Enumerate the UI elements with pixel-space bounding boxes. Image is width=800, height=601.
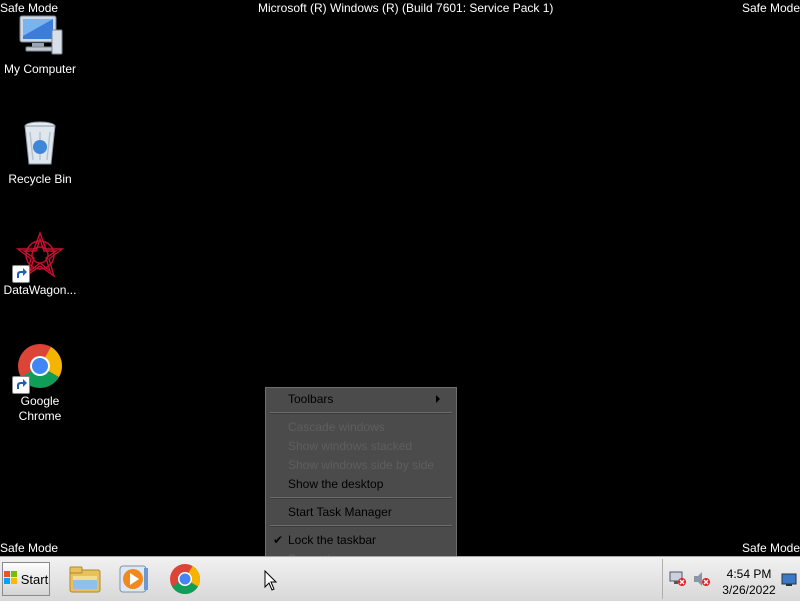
file-explorer-icon[interactable] bbox=[68, 562, 102, 596]
desktop-icon-my-computer[interactable]: My Computer bbox=[0, 10, 80, 77]
submenu-arrow-icon bbox=[436, 395, 440, 403]
menu-item-toolbars[interactable]: Toolbars bbox=[288, 390, 448, 409]
chrome-icon bbox=[12, 342, 64, 394]
menu-item-show-windows-stacked[interactable]: Show windows stacked bbox=[288, 437, 412, 456]
clock-date: 3/26/2022 bbox=[722, 583, 776, 597]
recycle-bin-icon bbox=[16, 120, 64, 168]
build-info-label: Microsoft (R) Windows (R) (Build 7601: S… bbox=[258, 1, 554, 15]
system-tray: 4:54 PM 3/26/2022 bbox=[662, 559, 800, 599]
clock-time: 4:54 PM bbox=[726, 567, 772, 581]
desktop-icon-google-chrome[interactable]: Google Chrome bbox=[0, 342, 80, 424]
shortcut-arrow-icon bbox=[12, 376, 30, 394]
start-button[interactable]: Start bbox=[2, 562, 50, 596]
menu-item-lock-taskbar[interactable]: Lock the taskbar bbox=[288, 531, 376, 550]
menu-separator bbox=[270, 525, 452, 527]
windows-logo-icon bbox=[3, 570, 18, 588]
desktop-icon-recycle-bin[interactable]: Recycle Bin bbox=[0, 120, 80, 187]
clock[interactable]: 4:54 PM 3/26/2022 bbox=[721, 566, 777, 598]
shortcut-arrow-icon bbox=[12, 265, 30, 283]
network-icon[interactable] bbox=[669, 571, 687, 590]
desktop-icon-label: DataWagon... bbox=[3, 283, 77, 297]
computer-icon bbox=[16, 10, 64, 58]
safe-mode-label-top-right: Safe Mode bbox=[741, 1, 800, 15]
start-label: Start bbox=[20, 571, 49, 587]
volume-icon[interactable] bbox=[693, 571, 711, 590]
desktop-icon-label: Google Chrome bbox=[18, 394, 62, 423]
menu-item-show-windows-side-by-side[interactable]: Show windows side by side bbox=[288, 456, 434, 475]
safe-mode-label-bottom-left: Safe Mode bbox=[0, 541, 59, 555]
desktop-icon-label: My Computer bbox=[3, 62, 77, 76]
menu-item-label: Toolbars bbox=[288, 392, 334, 406]
menu-item-cascade-windows[interactable]: Cascade windows bbox=[288, 418, 385, 437]
checkmark-icon: ✔ bbox=[273, 533, 284, 547]
menu-separator bbox=[270, 497, 452, 499]
taskbar-context-menu: Toolbars Cascade windows Show windows st… bbox=[265, 387, 457, 571]
desktop-icon-label: Recycle Bin bbox=[8, 172, 72, 186]
desktop-icon-datawagon[interactable]: DataWagon... bbox=[0, 231, 80, 298]
chrome-icon[interactable] bbox=[168, 562, 202, 596]
show-desktop-icon[interactable] bbox=[781, 573, 797, 590]
taskbar[interactable]: Start 4:54 PM 3/26/2022 bbox=[0, 556, 800, 601]
menu-item-start-task-manager[interactable]: Start Task Manager bbox=[288, 503, 392, 522]
datawagon-icon bbox=[12, 231, 65, 283]
media-player-icon[interactable] bbox=[117, 562, 151, 596]
menu-separator bbox=[270, 412, 452, 414]
safe-mode-label-bottom-right: Safe Mode bbox=[741, 541, 800, 555]
mouse-cursor-icon bbox=[264, 569, 278, 595]
menu-item-show-desktop[interactable]: Show the desktop bbox=[288, 475, 383, 494]
